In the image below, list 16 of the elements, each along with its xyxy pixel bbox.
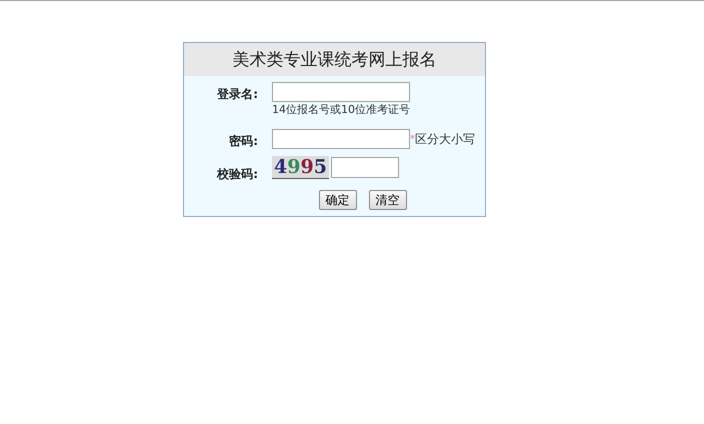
login-field[interactable] <box>272 82 410 102</box>
captcha-char: 9 <box>300 156 314 178</box>
password-field[interactable] <box>272 129 410 149</box>
captcha-field[interactable] <box>330 157 399 178</box>
field-hint: 14位报名号或10位准考证号 <box>272 102 411 117</box>
captcha-char: 4 <box>274 156 288 178</box>
captcha-char: 9 <box>287 156 300 178</box>
captcha-char: 5 <box>314 156 327 178</box>
form-title: 美术类专业课统考网上报名 <box>184 43 485 76</box>
field-label: 登录名: <box>217 86 258 103</box>
required-mark: * <box>410 134 415 144</box>
field-label: 校验码: <box>217 166 258 183</box>
field-note: 区分大小写 <box>415 130 475 148</box>
field-label: 密码: <box>229 133 258 150</box>
confirm-button[interactable]: 确定 <box>318 190 356 210</box>
clear-button[interactable]: 清空 <box>368 190 406 210</box>
